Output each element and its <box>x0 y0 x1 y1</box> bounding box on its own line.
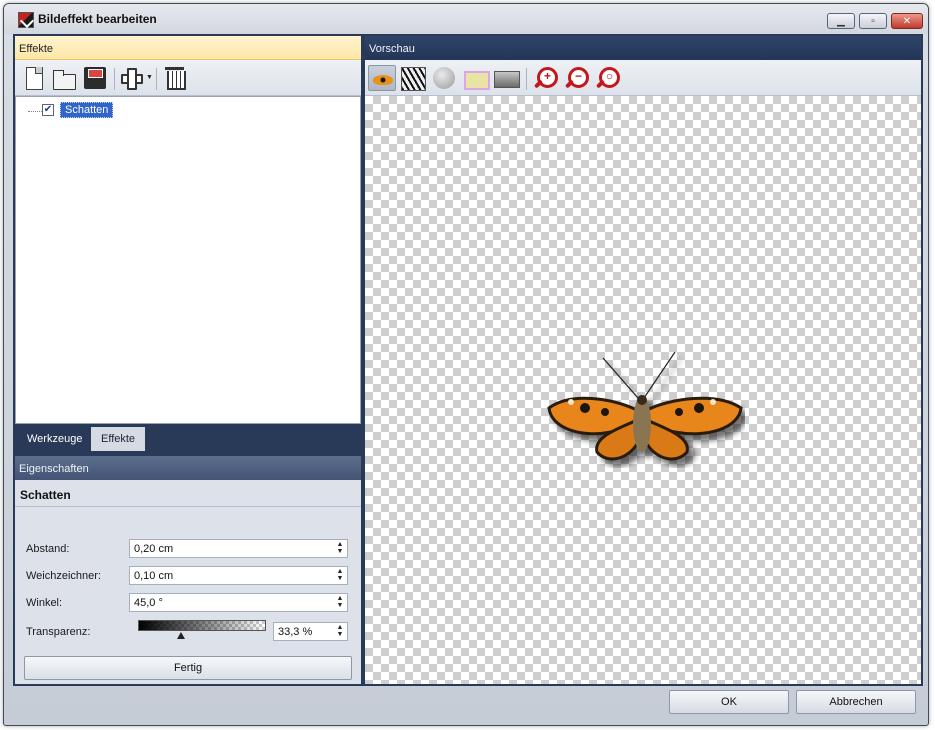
right-panel: Vorschau + − ○ <box>365 36 921 684</box>
document-new-icon[interactable] <box>21 65 47 91</box>
close-button[interactable]: ✕ <box>891 13 923 29</box>
dropdown-arrow-icon[interactable]: ▼ <box>146 74 153 81</box>
dialog-body: Effekte ▼ ✔ Schatten Werkzeuge Effekte E… <box>13 34 923 686</box>
toolbar-separator <box>526 68 527 90</box>
transparency-stepper[interactable]: 33,3 % ▲ ▼ <box>273 622 348 641</box>
preview-canvas[interactable] <box>365 96 921 684</box>
transparency-label: Transparenz: <box>26 626 91 638</box>
folder-open-icon[interactable] <box>51 65 77 91</box>
maximize-icon: ▫ <box>871 15 875 27</box>
butterfly-image <box>547 351 743 461</box>
window-title: Bildeffekt bearbeiten <box>38 12 157 26</box>
angle-stepper[interactable]: 45,0 ° ▲ ▼ <box>129 593 348 612</box>
circle-icon[interactable] <box>430 65 458 91</box>
spin-arrows-icon[interactable]: ▲ ▼ <box>336 624 344 638</box>
maximize-button[interactable]: ▫ <box>859 13 887 29</box>
app-icon <box>18 12 34 28</box>
title-bar[interactable]: Bildeffekt bearbeiten ▁ ▫ ✕ <box>4 4 928 34</box>
tree-connector <box>28 111 42 112</box>
left-panel: Effekte ▼ ✔ Schatten Werkzeuge Effekte E… <box>15 36 361 684</box>
spin-arrows-icon[interactable]: ▲ ▼ <box>336 541 344 555</box>
angle-value: 45,0 ° <box>134 597 163 609</box>
blur-value: 0,10 cm <box>134 570 174 582</box>
effects-toolbar: ▼ <box>15 60 361 96</box>
preview-header: Vorschau <box>365 36 921 60</box>
effects-panel-header: Effekte <box>15 36 361 60</box>
angle-label: Winkel: <box>26 597 63 609</box>
done-button[interactable]: Fertig <box>24 656 352 680</box>
trash-icon[interactable] <box>162 65 188 91</box>
properties-panel: Schatten Abstand: 0,20 cm ▲ ▼ Weichzeichn… <box>15 480 361 684</box>
tab-bar: Werkzeuge Effekte <box>15 426 361 452</box>
blur-label: Weichzeichner: <box>26 570 101 582</box>
zoom-fit-icon[interactable]: ○ <box>594 65 620 91</box>
zoom-in-icon[interactable]: + <box>532 65 558 91</box>
ok-button[interactable]: OK <box>669 690 789 714</box>
tree-item-shadow[interactable]: Schatten <box>60 102 114 118</box>
butterfly-preview-icon[interactable] <box>368 65 396 91</box>
slider-handle[interactable] <box>176 632 185 639</box>
transparency-slider[interactable] <box>138 620 266 631</box>
properties-header: Eigenschaften <box>15 456 361 480</box>
properties-title: Schatten <box>20 488 71 502</box>
distance-label: Abstand: <box>26 543 70 555</box>
spin-arrows-icon[interactable]: ▲ ▼ <box>336 595 344 609</box>
transparency-value: 33,3 % <box>278 626 313 638</box>
distance-value: 0,20 cm <box>134 543 174 555</box>
add-effect-icon[interactable] <box>119 65 145 91</box>
zoom-out-icon[interactable]: − <box>563 65 589 91</box>
photo-icon[interactable] <box>492 65 520 91</box>
save-icon[interactable] <box>82 65 108 91</box>
cancel-button[interactable]: Abbrechen <box>796 690 916 714</box>
effects-tree[interactable]: ✔ Schatten <box>15 96 361 424</box>
distance-stepper[interactable]: 0,20 cm ▲ ▼ <box>129 539 348 558</box>
tab-effects[interactable]: Effekte <box>91 427 146 451</box>
blur-stepper[interactable]: 0,10 cm ▲ ▼ <box>129 566 348 585</box>
divider <box>15 506 361 507</box>
frame-icon[interactable] <box>461 65 490 91</box>
minimize-icon: ▁ <box>837 15 845 27</box>
dialog-window: Bildeffekt bearbeiten ▁ ▫ ✕ Effekte ▼ ✔ … <box>3 3 929 726</box>
preview-toolbar: + − ○ <box>365 60 921 96</box>
toolbar-separator <box>114 68 115 90</box>
tab-tools[interactable]: Werkzeuge <box>17 427 92 451</box>
close-icon: ✕ <box>902 15 912 27</box>
minimize-button[interactable]: ▁ <box>827 13 855 29</box>
effect-checkbox[interactable]: ✔ <box>42 104 54 116</box>
toolbar-separator <box>156 68 157 90</box>
zebra-pattern-icon[interactable] <box>399 65 427 91</box>
spin-arrows-icon[interactable]: ▲ ▼ <box>336 568 344 582</box>
